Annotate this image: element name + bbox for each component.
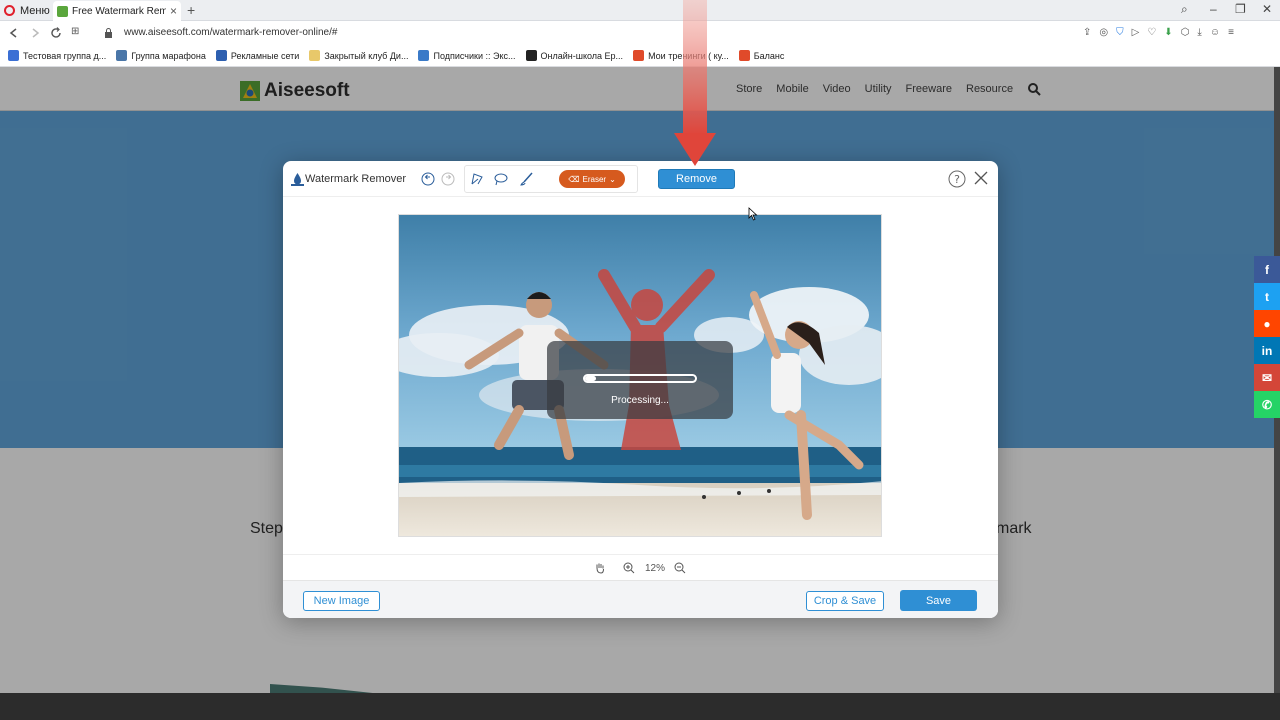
bookmark-favicon-icon <box>418 50 430 61</box>
browser-menu-button[interactable]: Меню <box>4 3 50 18</box>
taskbar <box>0 693 1280 720</box>
zoom-in-icon[interactable] <box>623 562 635 574</box>
bookmark-item[interactable]: Группа марафона <box>116 50 206 61</box>
red-arrow-annotation <box>674 0 716 166</box>
save-button[interactable]: Save <box>900 590 977 611</box>
undo-icon[interactable] <box>421 172 435 186</box>
zoom-level: 12% <box>645 563 666 574</box>
tab-close-icon[interactable]: × <box>170 4 177 18</box>
processing-progress-bar <box>583 374 697 383</box>
browser-tab-active[interactable]: Free Watermark Remover - × <box>53 1 181 21</box>
chevron-down-icon: ⌄ <box>609 174 616 184</box>
email-share-icon[interactable]: ✉ <box>1254 364 1280 391</box>
new-tab-icon[interactable]: + <box>187 2 195 18</box>
close-icon[interactable] <box>973 170 989 186</box>
browser-search-icon[interactable]: ⌕ <box>1181 2 1188 17</box>
whatsapp-share-icon[interactable]: ✆ <box>1254 391 1280 418</box>
zoom-controls: 12% <box>283 554 998 580</box>
bookmark-favicon-icon <box>309 50 321 61</box>
twitter-share-icon[interactable]: t <box>1254 283 1280 310</box>
reload-icon[interactable] <box>50 27 62 39</box>
forward-icon[interactable] <box>29 27 41 39</box>
dialog-footer: New Image Crop & Save Save <box>283 580 998 618</box>
processing-overlay: Processing... <box>547 341 733 419</box>
bookmark-item[interactable]: Онлайн-школа Ер... <box>525 50 624 61</box>
restore-icon[interactable]: ❐ <box>1235 2 1246 16</box>
browser-menu-label: Меню <box>20 4 50 17</box>
bookmark-favicon-icon <box>738 50 750 61</box>
bookmark-label: Рекламные сети <box>230 50 300 61</box>
tab-title: Free Watermark Remover - <box>72 5 166 17</box>
lasso-icon[interactable] <box>494 172 508 186</box>
speed-dial-icon[interactable]: ⊞ <box>71 26 79 37</box>
polygon-lasso-icon[interactable] <box>470 172 484 186</box>
hand-tool-icon[interactable] <box>594 562 606 574</box>
settings-menu-icon[interactable]: ≡ <box>1228 27 1234 38</box>
vpn-shield-icon[interactable]: ⛉ <box>1116 27 1124 38</box>
profile-icon[interactable]: ☺ <box>1210 27 1220 38</box>
social-share-bar: f t ● in ✉ ✆ <box>1254 256 1280 418</box>
snapshot-icon[interactable]: ◎ <box>1099 27 1108 38</box>
back-icon[interactable] <box>8 27 20 39</box>
eraser-dropdown[interactable]: ⌫ Eraser ⌄ <box>559 170 625 188</box>
opera-logo-icon <box>4 5 15 16</box>
bookmark-item[interactable]: Рекламные сети <box>215 50 300 61</box>
bookmark-label: Баланс <box>753 50 785 61</box>
lock-icon <box>105 28 112 38</box>
bookmark-favicon-icon <box>116 50 128 61</box>
bookmark-item[interactable]: Баланс <box>738 50 785 61</box>
crop-save-button[interactable]: Crop & Save <box>806 591 884 611</box>
eraser-icon: ⌫ <box>568 174 580 184</box>
tab-favicon-icon <box>57 5 68 17</box>
bookmark-label: Закрытый клуб Ди... <box>324 50 409 61</box>
redo-icon[interactable] <box>441 172 455 186</box>
reddit-share-icon[interactable]: ● <box>1254 310 1280 337</box>
linkedin-share-icon[interactable]: in <box>1254 337 1280 364</box>
bookmark-label: Группа марафона <box>131 50 206 61</box>
dialog-title: Watermark Remover <box>305 173 407 185</box>
close-window-icon[interactable]: ✕ <box>1262 2 1272 16</box>
bookmark-favicon-icon <box>8 50 19 61</box>
processing-progress-fill <box>585 376 596 381</box>
eraser-label: Eraser <box>582 174 607 184</box>
facebook-share-icon[interactable]: f <box>1254 256 1280 283</box>
watermark-remover-icon <box>291 173 304 186</box>
bookmark-item[interactable]: Тестовая группа д... <box>8 50 106 61</box>
bookmark-favicon-icon <box>215 50 227 61</box>
svg-text:?: ? <box>954 173 960 186</box>
selection-tools-group: ⌫ Eraser ⌄ <box>464 165 638 193</box>
zoom-out-icon[interactable] <box>674 562 686 574</box>
dialog-toolbar: Watermark Remover ⌫ Eraser ⌄ Remove ? <box>283 161 998 197</box>
cube-icon[interactable]: ⬡ <box>1181 27 1190 38</box>
address-bar-actions: ⇪ ◎ ⛉ ▷ ♡ ⬇ ⬡ ⤓ ☺ ≡ <box>1083 27 1234 38</box>
remove-button[interactable]: Remove <box>658 169 735 189</box>
bookmark-favicon-icon <box>633 50 645 61</box>
bookmark-label: Тестовая группа д... <box>23 50 107 61</box>
new-image-button[interactable]: New Image <box>303 591 380 611</box>
play-icon[interactable]: ▷ <box>1132 27 1140 38</box>
brush-icon[interactable] <box>520 172 534 186</box>
minimize-icon[interactable]: – <box>1210 2 1217 16</box>
bookmark-item[interactable]: Закрытый клуб Ди... <box>309 50 408 61</box>
bookmark-item[interactable]: Подписчики :: Экс... <box>418 50 516 61</box>
url-field[interactable]: www.aiseesoft.com/watermark-remover-onli… <box>124 27 337 38</box>
bookmarks-bar: Тестовая группа д... Группа марафона Рекла… <box>0 45 1280 67</box>
processing-text: Processing... <box>611 395 669 406</box>
share-page-icon[interactable]: ⇪ <box>1083 27 1091 38</box>
bookmark-favicon-icon <box>525 50 537 61</box>
heart-icon[interactable]: ♡ <box>1147 27 1156 38</box>
browser-tab-bar: Меню Free Watermark Remover - × + ⌕ – ❐ … <box>0 0 1280 21</box>
watermark-remover-dialog: Watermark Remover ⌫ Eraser ⌄ Remove ? Pr… <box>283 161 998 618</box>
mouse-cursor-icon <box>748 207 758 221</box>
downloads-icon[interactable]: ⤓ <box>1197 27 1201 38</box>
bookmark-label: Подписчики :: Экс... <box>433 50 516 61</box>
help-icon[interactable]: ? <box>948 170 966 188</box>
download-ext-icon[interactable]: ⬇ <box>1164 27 1172 38</box>
bookmark-label: Онлайн-школа Ер... <box>540 50 624 61</box>
